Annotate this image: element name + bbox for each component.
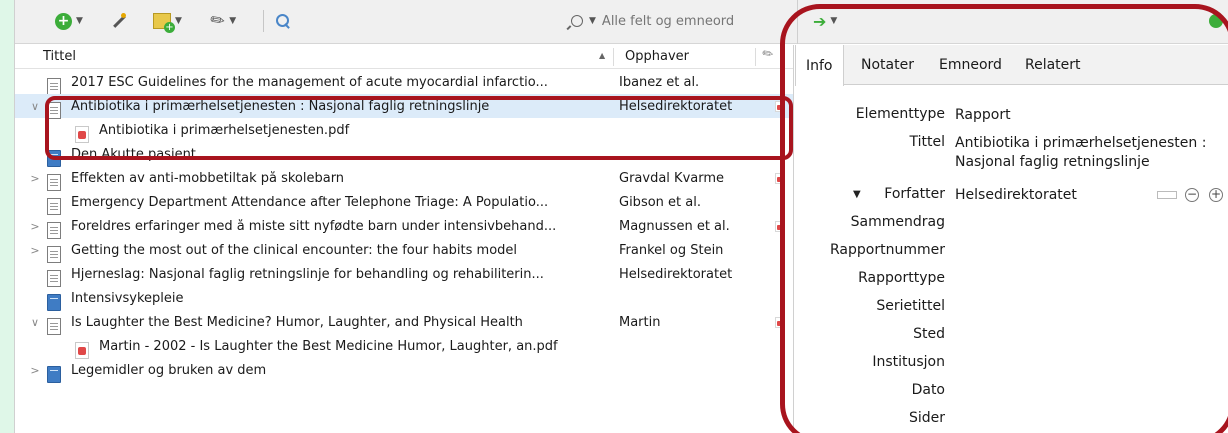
highlight-item-pane (780, 4, 1228, 433)
new-note-button[interactable]: ▼ (153, 10, 182, 33)
row-title: Getting the most out of the clinical enc… (71, 242, 518, 258)
book-icon (47, 365, 61, 383)
search-icon (571, 15, 583, 27)
new-item-button[interactable]: + ▼ (55, 10, 83, 32)
pdf-icon (75, 341, 89, 359)
attachment-column-icon: ✎ (759, 45, 778, 64)
chevron-down-icon: ▼ (229, 16, 237, 26)
row-creator: Gravdal Kvarme (619, 170, 725, 186)
wand-icon (109, 11, 129, 31)
chevron-right-icon[interactable]: > (29, 220, 41, 233)
row-title: Intensivsykepleie (71, 290, 184, 306)
add-attachment-button[interactable]: ✎ ▼ (207, 9, 237, 34)
highlight-selected-item (45, 96, 793, 160)
row-creator: Gibson et al. (619, 194, 701, 210)
document-icon (47, 221, 61, 239)
document-icon (47, 197, 61, 215)
table-row[interactable]: > Legemidler og bruken av dem (15, 358, 793, 383)
chevron-right-icon[interactable]: > (29, 172, 41, 185)
document-icon (47, 317, 61, 335)
row-title: 2017 ESC Guidelines for the management o… (71, 74, 548, 90)
sort-ascending-icon: ▲ (599, 51, 606, 60)
chevron-down-icon[interactable]: ∨ (29, 100, 41, 113)
row-title: Emergency Department Attendance after Te… (71, 194, 549, 210)
magnifier-icon (275, 13, 291, 29)
table-row[interactable]: ∨ Is Laughter the Best Medicine? Humor, L… (15, 310, 793, 335)
chevron-down-icon: ▼ (175, 16, 182, 26)
book-icon (47, 293, 61, 311)
document-icon (47, 245, 61, 263)
row-title: Is Laughter the Best Medicine? Humor, La… (71, 314, 523, 330)
table-row[interactable]: > Getting the most out of the clinical en… (15, 238, 793, 263)
row-title: Legemidler og bruken av dem (71, 362, 267, 378)
column-header-creator[interactable]: Opphaver (625, 49, 689, 64)
table-row[interactable]: > Foreldres erfaringer med å miste sitt n… (15, 214, 793, 239)
column-divider[interactable] (755, 48, 756, 66)
search-mode-dropdown[interactable]: ▼ (589, 16, 596, 26)
search-input[interactable] (601, 13, 772, 29)
chevron-down-icon: ▼ (76, 16, 83, 26)
row-creator: Helsedirektoratet (619, 266, 733, 282)
note-icon (153, 13, 175, 33)
list-header: Tittel ▲ Opphaver ✎ (15, 45, 793, 69)
search-box[interactable]: ▼ (565, 8, 797, 34)
paperclip-icon: ✎ (206, 8, 230, 34)
web-page-icon (47, 269, 61, 287)
add-by-identifier-button[interactable] (109, 10, 129, 32)
document-icon (47, 77, 61, 95)
row-title: Martin - 2002 - Is Laughter the Best Med… (99, 338, 558, 354)
advanced-search-button[interactable] (275, 10, 291, 32)
chevron-right-icon[interactable]: > (29, 364, 41, 377)
row-title: Effekten av anti-mobbetiltak på skolebar… (71, 170, 345, 186)
table-row[interactable]: > Effekten av anti-mobbetiltak på skoleba… (15, 166, 793, 191)
row-title: Foreldres erfaringer med å miste sitt ny… (71, 218, 557, 234)
row-creator: Martin (619, 314, 661, 330)
column-divider[interactable] (613, 48, 614, 66)
document-icon (47, 173, 61, 191)
toolbar-separator (263, 10, 264, 32)
table-row[interactable]: Intensivsykepleie (15, 286, 793, 311)
chevron-down-icon[interactable]: ∨ (29, 316, 41, 329)
table-row[interactable]: 2017 ESC Guidelines for the management o… (15, 70, 793, 95)
row-creator: Ibanez et al. (619, 74, 700, 90)
table-row[interactable]: Emergency Department Attendance after Te… (15, 190, 793, 215)
attachment-row[interactable]: Martin - 2002 - Is Laughter the Best Med… (15, 334, 793, 359)
column-header-title[interactable]: Tittel (43, 49, 76, 64)
table-row[interactable]: Hjerneslag: Nasjonal faglig retningslinj… (15, 262, 793, 287)
row-title: Hjerneslag: Nasjonal faglig retningslinj… (71, 266, 544, 282)
row-creator: Frankel og Stein (619, 242, 724, 258)
chevron-right-icon[interactable]: > (29, 244, 41, 257)
row-creator: Magnussen et al. (619, 218, 730, 234)
plus-circle-icon: + (55, 12, 72, 30)
